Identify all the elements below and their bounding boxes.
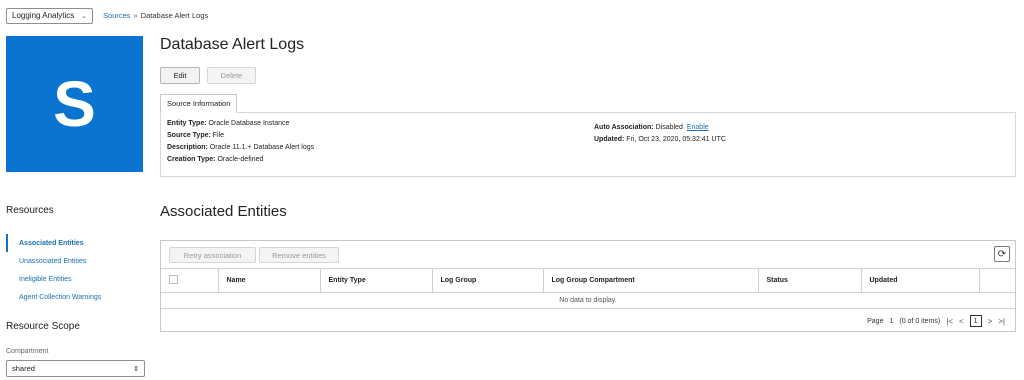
column-header-log-group[interactable]: Log Group bbox=[432, 268, 544, 293]
select-all-checkbox-cell[interactable] bbox=[161, 268, 219, 293]
table-row: No data to display. bbox=[161, 292, 1015, 309]
column-header-name[interactable]: Name bbox=[218, 268, 321, 293]
entity-type-row: Entity Type: Oracle Database Instance bbox=[167, 120, 290, 127]
entities-table-panel: Retry association Remove entities ⟳ Name… bbox=[160, 240, 1016, 332]
last-page-icon[interactable]: >| bbox=[998, 317, 1005, 326]
entities-table: Name Entity Type Log Group Log Group Com… bbox=[161, 268, 1015, 309]
description-row: Description: Oracle 11.1.+ Database Aler… bbox=[167, 144, 315, 151]
source-type-row: Source Type: File bbox=[167, 132, 225, 139]
creation-type-row: Creation Type: Oracle-defined bbox=[167, 156, 264, 163]
source-tile-letter: S bbox=[53, 68, 96, 140]
column-header-entity-type[interactable]: Entity Type bbox=[320, 268, 433, 293]
previous-page-icon[interactable]: < bbox=[959, 317, 964, 326]
compartment-value: shared bbox=[12, 364, 35, 373]
first-page-icon[interactable]: |< bbox=[946, 317, 953, 326]
source-info-left: Entity Type: Oracle Database Instance So… bbox=[167, 118, 314, 166]
breadcrumb-current: Database Alert Logs bbox=[140, 11, 209, 20]
sidebar-item-ineligible-entities[interactable]: Ineligible Entities bbox=[6, 270, 143, 288]
updown-chevron-icon: ⇕ bbox=[133, 365, 139, 373]
refresh-icon[interactable]: ⟳ bbox=[994, 246, 1010, 262]
resources-nav: Associated Entities Unassociated Entitie… bbox=[6, 234, 143, 306]
top-bar: Logging Analytics ⌄ Sources » Database A… bbox=[6, 7, 208, 24]
column-header-status[interactable]: Status bbox=[758, 268, 862, 293]
column-header-updated[interactable]: Updated bbox=[861, 268, 980, 293]
retry-association-button[interactable]: Retry association bbox=[169, 247, 256, 263]
source-tile: S bbox=[6, 36, 143, 172]
table-header-row: Name Entity Type Log Group Log Group Com… bbox=[161, 268, 1015, 293]
edit-button[interactable]: Edit bbox=[160, 67, 200, 84]
chevron-down-icon: ⌄ bbox=[81, 12, 87, 20]
enable-link[interactable]: Enable bbox=[687, 124, 709, 131]
tab-source-information[interactable]: Source Information bbox=[160, 94, 237, 113]
compartment-select[interactable]: shared ⇕ bbox=[6, 360, 145, 377]
breadcrumb-separator: » bbox=[133, 11, 138, 20]
compartment-label: Compartment bbox=[6, 348, 49, 355]
app-selector-label: Logging Analytics bbox=[12, 11, 75, 20]
sidebar-item-unassociated-entities[interactable]: Unassociated Entities bbox=[6, 252, 143, 270]
source-info-panel: Entity Type: Oracle Database Instance So… bbox=[160, 112, 1016, 177]
current-page-box[interactable]: 1 bbox=[969, 315, 982, 327]
resource-scope-heading: Resource Scope bbox=[6, 321, 80, 332]
breadcrumb: Sources » Database Alert Logs bbox=[103, 11, 208, 20]
pager-page-number: 1 bbox=[889, 317, 894, 325]
delete-button[interactable]: Delete bbox=[207, 67, 256, 84]
sidebar-item-associated-entities[interactable]: Associated Entities bbox=[6, 234, 143, 252]
breadcrumb-sources-link[interactable]: Sources bbox=[103, 11, 131, 20]
column-header-log-group-compartment[interactable]: Log Group Compartment bbox=[543, 268, 759, 293]
sidebar-item-agent-collection-warnings[interactable]: Agent Collection Warnings bbox=[6, 288, 143, 306]
column-header-actions bbox=[979, 268, 1015, 293]
select-all-checkbox[interactable] bbox=[169, 275, 178, 284]
empty-table-message: No data to display. bbox=[161, 292, 1015, 309]
resources-heading: Resources bbox=[6, 205, 54, 216]
source-info-right: Auto Association: Disabled Enable Updated… bbox=[594, 122, 726, 146]
next-page-icon[interactable]: > bbox=[988, 317, 993, 326]
auto-association-row: Auto Association: Disabled Enable bbox=[594, 124, 709, 131]
updated-row: Updated: Fri, Oct 23, 2020, 05:32:41 UTC bbox=[594, 136, 726, 143]
page-title: Database Alert Logs bbox=[160, 36, 305, 53]
app-selector[interactable]: Logging Analytics ⌄ bbox=[6, 7, 93, 24]
remove-entities-button[interactable]: Remove entities bbox=[259, 247, 339, 263]
pager-item-count: (0 of 0 items) bbox=[899, 317, 941, 325]
pager-page-label: Page bbox=[867, 317, 884, 325]
associated-entities-title: Associated Entities bbox=[160, 203, 287, 220]
pagination: Page 1 (0 of 0 items) |< < 1 > >| bbox=[867, 315, 1005, 327]
